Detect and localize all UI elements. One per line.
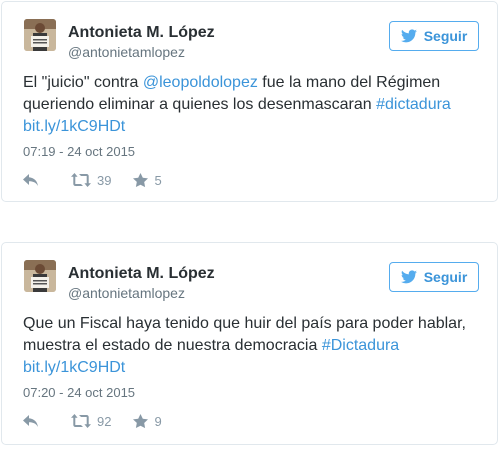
follow-label: Seguir (423, 269, 468, 285)
tweet-card: Antonieta M. López @antonietamlopez Segu… (1, 1, 498, 202)
star-icon (133, 173, 149, 187)
tweet-text-part: Que un Fiscal haya tenido que huir del p… (23, 315, 466, 354)
tweet-timestamp[interactable]: 07:19 - 24 oct 2015 (23, 144, 135, 159)
url-link[interactable]: bit.ly/1kC9HDt (23, 359, 125, 376)
author-handle[interactable]: @antonietamlopez (68, 285, 185, 301)
tweet-actions: 39 5 (23, 172, 162, 188)
follow-button[interactable]: Seguir (389, 21, 479, 51)
avatar[interactable] (24, 19, 56, 51)
tweet-text: Que un Fiscal haya tenido que huir del p… (23, 313, 485, 379)
star-icon (133, 414, 149, 428)
tweet-actions: 92 9 (23, 413, 162, 429)
retweet-icon (71, 173, 91, 187)
twitter-bird-icon (400, 270, 417, 284)
like-button[interactable]: 5 (133, 172, 162, 188)
like-count: 9 (154, 413, 162, 429)
twitter-bird-icon (400, 29, 417, 43)
author-name[interactable]: Antonieta M. López (68, 24, 215, 42)
mention-link[interactable]: @leopoldolopez (143, 74, 258, 91)
retweet-button[interactable]: 39 (71, 173, 111, 188)
tweet-text-part: El "juicio" contra (23, 74, 143, 91)
reply-icon (23, 414, 39, 428)
tweet-timestamp[interactable]: 07:20 - 24 oct 2015 (23, 385, 135, 400)
reply-button[interactable] (23, 414, 39, 428)
author-handle[interactable]: @antonietamlopez (68, 44, 185, 60)
author-name[interactable]: Antonieta M. López (68, 265, 215, 283)
tweet-text: El "juicio" contra @leopoldolopez fue la… (23, 72, 485, 138)
follow-button[interactable]: Seguir (389, 262, 479, 292)
retweet-icon (71, 414, 91, 428)
retweet-count: 39 (97, 172, 112, 188)
retweet-button[interactable]: 92 (71, 414, 111, 429)
follow-label: Seguir (423, 28, 468, 44)
avatar[interactable] (24, 260, 56, 292)
reply-icon (23, 173, 39, 187)
hashtag-link[interactable]: #Dictadura (322, 337, 399, 354)
tweet-card: Antonieta M. López @antonietamlopez Segu… (1, 242, 498, 445)
like-count: 5 (154, 172, 162, 188)
like-button[interactable]: 9 (133, 413, 162, 429)
retweet-count: 92 (97, 413, 112, 429)
hashtag-link[interactable]: #dictadura (376, 96, 451, 113)
url-link[interactable]: bit.ly/1kC9HDt (23, 118, 125, 135)
reply-button[interactable] (23, 173, 39, 187)
